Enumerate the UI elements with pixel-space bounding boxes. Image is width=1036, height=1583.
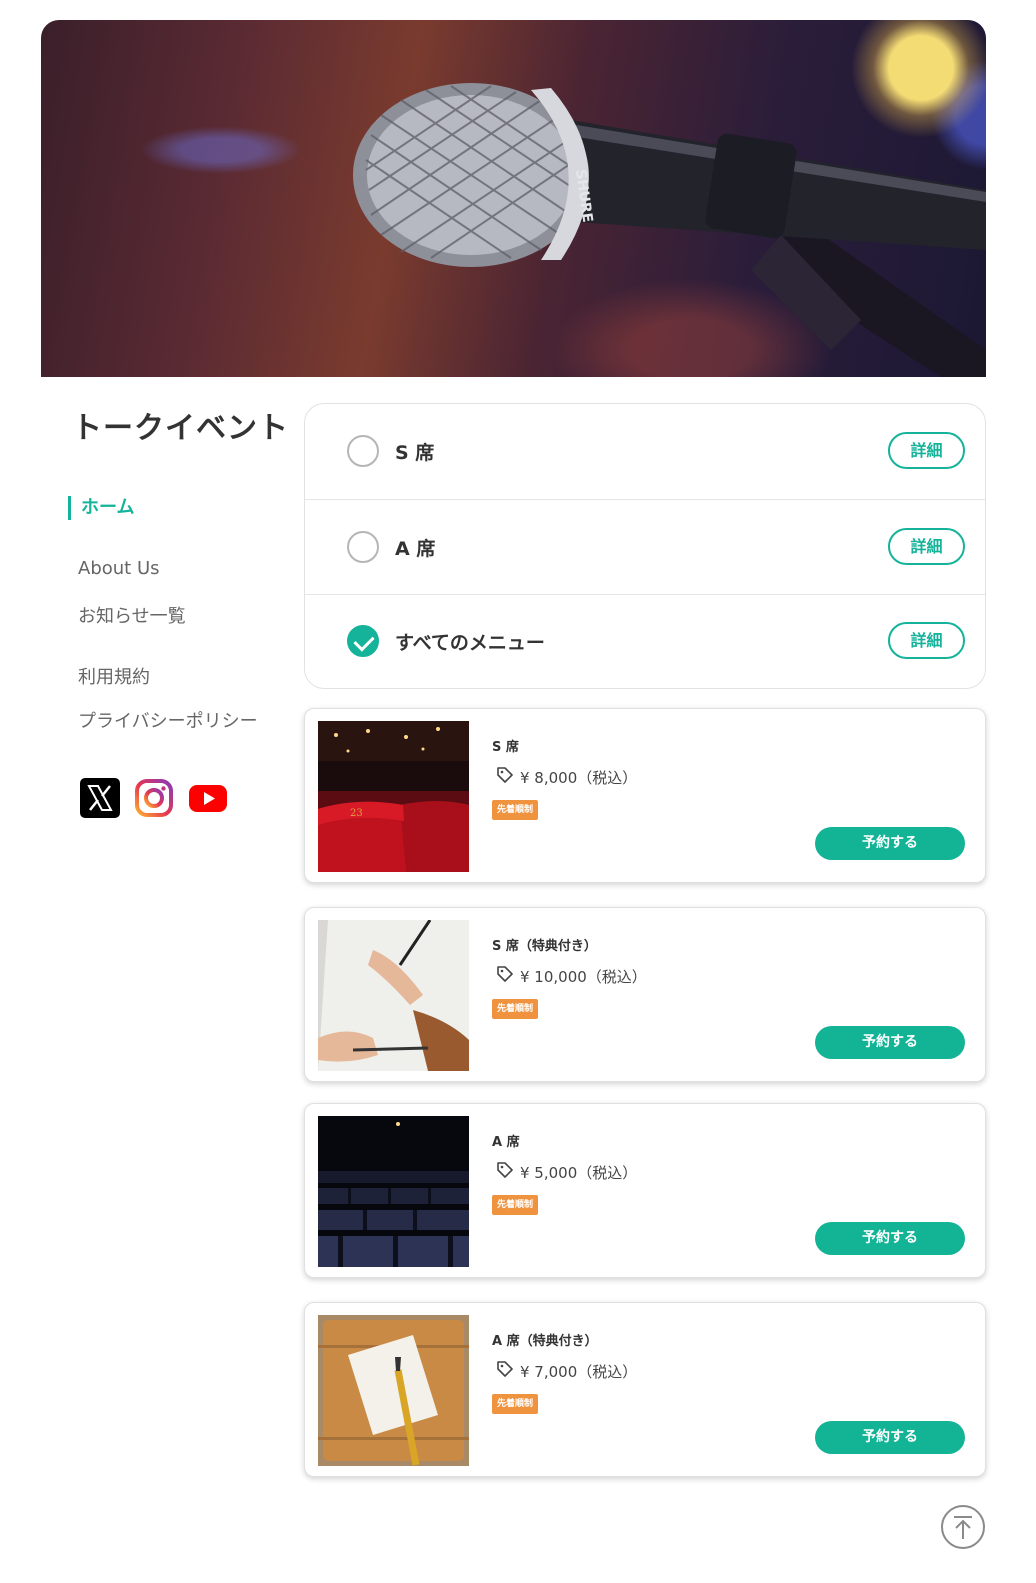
radio-button[interactable] xyxy=(347,435,379,467)
price-tag-icon xyxy=(496,1161,514,1183)
nav-about[interactable]: About Us xyxy=(78,558,160,579)
price-tag-icon xyxy=(496,1360,514,1382)
menu-option-label: すべてのメニュー xyxy=(395,632,545,654)
product-card: S 席（特典付き） ¥ 10,000（税込） 先着順制 予約する xyxy=(304,907,986,1082)
product-title: A 席（特典付き） xyxy=(492,1334,598,1349)
menu-option-label: A 席 xyxy=(395,538,436,560)
radio-button[interactable] xyxy=(347,531,379,563)
menu-option-all[interactable]: すべてのメニュー 詳細 xyxy=(305,594,985,689)
instagram-icon[interactable] xyxy=(134,778,174,818)
price-text: ¥ 8,000（税込） xyxy=(520,768,638,787)
product-price: ¥ 7,000（税込） xyxy=(496,1360,637,1382)
notebook-fountain-pen-photo xyxy=(318,1315,469,1466)
menu-option-label: S 席 xyxy=(395,442,435,464)
product-price: ¥ 10,000（税込） xyxy=(496,965,647,987)
svg-text:23: 23 xyxy=(350,808,363,819)
product-card: A 席（特典付き） ¥ 7,000（税込） 先着順制 予約する xyxy=(304,1302,986,1477)
nav-terms[interactable]: 利用規約 xyxy=(78,663,150,689)
status-badge: 先着順制 xyxy=(492,1394,539,1414)
product-price: ¥ 8,000（税込） xyxy=(496,766,637,788)
menu-option-s-seat[interactable]: S 席 詳細 xyxy=(305,404,985,499)
product-title: A 席 xyxy=(492,1135,520,1150)
price-text: ¥ 10,000（税込） xyxy=(520,967,647,986)
red-theater-seats-photo: 23 xyxy=(318,721,469,872)
dark-theater-seats-photo xyxy=(318,1116,469,1267)
reserve-button[interactable]: 予約する xyxy=(815,827,965,860)
hero-image: SHURE xyxy=(41,20,986,377)
status-badge: 先着順制 xyxy=(492,1195,539,1215)
detail-button[interactable]: 詳細 xyxy=(888,622,965,659)
price-text: ¥ 5,000（税込） xyxy=(520,1163,638,1182)
menu-option-a-seat[interactable]: A 席 詳細 xyxy=(305,499,985,594)
radio-button-checked[interactable] xyxy=(347,625,379,657)
price-text: ¥ 7,000（税込） xyxy=(520,1362,638,1381)
price-tag-icon xyxy=(496,965,514,987)
writing-hand-notebook-photo xyxy=(318,920,469,1071)
status-badge: 先着順制 xyxy=(492,800,539,820)
nav-privacy[interactable]: プライバシーポリシー xyxy=(78,707,258,733)
status-badge: 先着順制 xyxy=(492,999,539,1019)
price-tag-icon xyxy=(496,766,514,788)
reserve-button[interactable]: 予約する xyxy=(815,1421,965,1454)
reserve-button[interactable]: 予約する xyxy=(815,1026,965,1059)
product-title: S 席（特典付き） xyxy=(492,939,597,954)
youtube-icon[interactable] xyxy=(188,778,228,818)
reserve-button[interactable]: 予約する xyxy=(815,1222,965,1255)
detail-button[interactable]: 詳細 xyxy=(888,432,965,469)
product-title: S 席 xyxy=(492,740,519,755)
arrow-up-icon xyxy=(943,1516,983,1551)
nav-news[interactable]: お知らせ一覧 xyxy=(78,602,186,628)
menu-filter: S 席 詳細 A 席 詳細 すべてのメニュー 詳細 xyxy=(304,403,986,689)
product-card: 23 S 席 ¥ 8,000（税込） 先着順制 予約する xyxy=(304,708,986,883)
detail-button[interactable]: 詳細 xyxy=(888,528,965,565)
social-links xyxy=(80,778,228,818)
x-icon[interactable] xyxy=(80,778,120,818)
back-to-top-button[interactable] xyxy=(941,1505,985,1549)
nav-home[interactable]: ホーム xyxy=(68,496,134,520)
site-title: トークイベント xyxy=(72,411,289,446)
product-price: ¥ 5,000（税込） xyxy=(496,1161,637,1183)
product-card: A 席 ¥ 5,000（税込） 先着順制 予約する xyxy=(304,1103,986,1278)
